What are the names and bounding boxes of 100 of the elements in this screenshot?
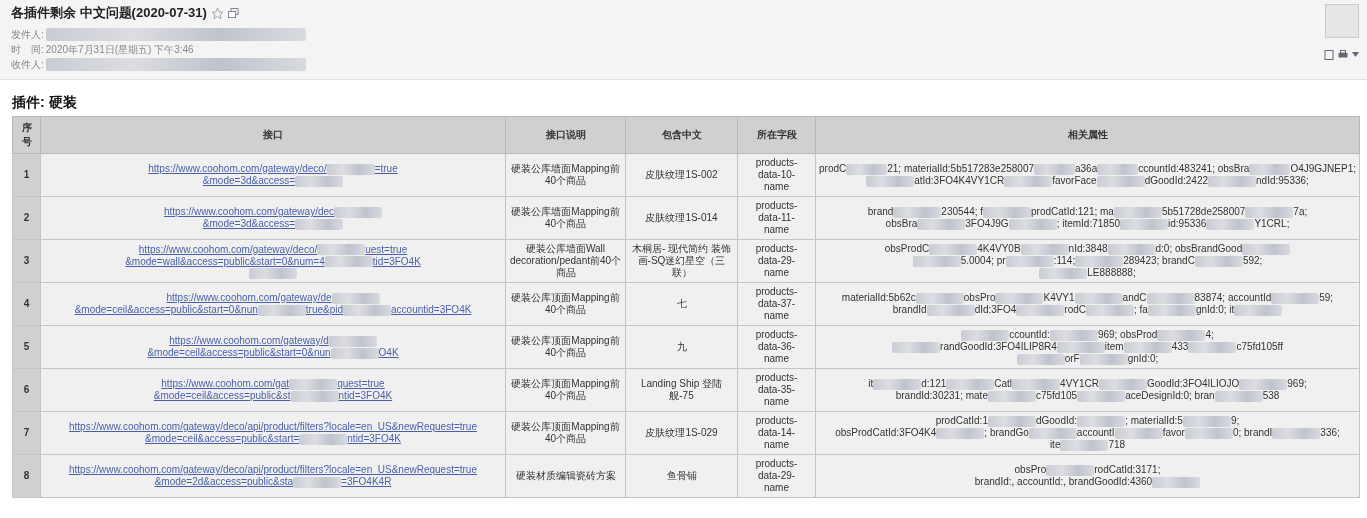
redaction-block	[1123, 341, 1172, 353]
attribute-text: 21; materialId:5b517283e258007	[887, 163, 1035, 175]
redaction-block	[1004, 175, 1053, 187]
redaction-block	[1005, 255, 1054, 267]
attribute-text: c75fd105	[1035, 390, 1078, 402]
redaction-block	[893, 206, 942, 218]
url-link[interactable]: &mode=2d&access=public&sta	[154, 476, 294, 488]
redaction-block	[1206, 218, 1255, 230]
attribute-text: 289423; brandC	[1123, 255, 1195, 267]
table-cell: 硬装公库顶面Mapping前40个商品	[505, 282, 626, 326]
attribute-text: K4VY1	[1043, 292, 1075, 304]
url-link[interactable]: =true	[374, 163, 398, 175]
redaction-block	[1184, 427, 1233, 439]
url-link[interactable]: quest=true	[337, 378, 385, 390]
url-link[interactable]: https://www.coohom.com/gateway/d	[169, 335, 329, 347]
url-link[interactable]: https://www.coohom.com/gateway/dec	[163, 206, 335, 218]
url-link[interactable]: https://www.coohom.com/gateway/deco/api/product/filters?locale=en_US&newRequest=true	[69, 464, 477, 476]
redaction-block	[290, 390, 339, 402]
redaction-block	[1074, 292, 1123, 304]
attribute-text: 969;	[1287, 378, 1307, 390]
row-number: 6	[12, 368, 41, 412]
attribute-text: item	[1104, 341, 1124, 353]
url-link[interactable]: https://www.coohom.com/gateway/deco/api/product/filters?locale=en_US&newRequest=true	[69, 421, 477, 433]
redaction-block	[961, 329, 1010, 341]
table-cell: 硬装公库墙面Mapping前40个商品	[505, 196, 626, 240]
table-cell: products-data-11-name	[737, 196, 816, 240]
column-header: 序号	[12, 116, 41, 154]
url-link[interactable]: O4K	[378, 347, 399, 359]
field-value: 2020年7月31日(星期五) 下午3:46	[45, 42, 194, 57]
attribute-text: it	[868, 378, 874, 390]
caret-icon[interactable]	[1352, 52, 1359, 58]
row-number: 5	[12, 325, 41, 369]
window-icon[interactable]	[227, 7, 239, 19]
redaction-block	[912, 255, 961, 267]
attribute-text: brandId:30231; mate	[895, 390, 988, 402]
redaction-block	[866, 175, 915, 187]
attribute-text: ite	[1049, 439, 1061, 451]
url-link[interactable]: &mode=ceil&access=public&start=	[145, 433, 300, 445]
redaction-block	[1034, 163, 1075, 175]
url-link[interactable]: &mode=wall&access=public&start=0&num=4	[125, 255, 325, 268]
redaction-block	[1060, 439, 1109, 451]
attribute-text: 5.0004; pr	[960, 255, 1006, 267]
url-link[interactable]: ntid=3FO4K	[347, 433, 401, 445]
redaction-block	[846, 163, 888, 175]
url-link[interactable]: &mode=ceil&access=public&st	[153, 390, 291, 402]
attribute-text: obsPro	[1014, 464, 1047, 476]
star-icon[interactable]	[210, 6, 224, 20]
attribute-text: brandId	[892, 304, 927, 316]
url-link[interactable]: https://www.coohom.com/gat	[161, 378, 290, 390]
redaction-block	[1146, 292, 1195, 304]
redaction-block	[1020, 243, 1069, 255]
redaction-block	[1016, 304, 1065, 316]
url-link[interactable]: https://www.coohom.com/gateway/deco/	[148, 163, 327, 175]
attribute-text: a36a	[1075, 163, 1098, 175]
section-title: 插件: 硬装	[12, 94, 78, 112]
url-link[interactable]: &mode=3d&access=	[202, 218, 296, 230]
redaction-block	[1188, 341, 1237, 353]
attribute-text: nId:3848	[1068, 243, 1108, 255]
attribute-text: prodC	[819, 163, 847, 175]
url-link[interactable]: https://www.coohom.com/gateway/deco/	[138, 243, 318, 256]
redaction-block	[1239, 378, 1288, 390]
attribute-text: brand	[867, 206, 894, 218]
redaction-block	[331, 292, 380, 304]
document-icon[interactable]	[1324, 50, 1334, 60]
redaction-block	[1249, 163, 1291, 175]
url-link[interactable]: https://www.coohom.com/gateway/de	[166, 292, 332, 304]
url-link[interactable]: &mode=ceil&access=public&start=0&nun	[74, 304, 258, 316]
url-link[interactable]: ntid=3FO4K	[338, 390, 393, 402]
redaction-block	[892, 341, 941, 353]
attribute-text: 969; obsProd	[1097, 329, 1158, 341]
attribute-text: 4VY1CR	[1060, 378, 1099, 390]
column-header: 所在字段	[737, 116, 816, 154]
redaction-block	[926, 304, 975, 316]
attribute-text: brandId:, accountId:, brandGoodId:4360	[974, 476, 1153, 488]
url-link[interactable]: true&pid	[305, 304, 344, 316]
url-link[interactable]: uest=true	[365, 243, 408, 256]
row-number: 7	[12, 411, 41, 455]
redaction-block	[1113, 206, 1162, 218]
url-link[interactable]: tid=3FO4K	[372, 255, 421, 268]
redaction-block	[1049, 329, 1098, 341]
redaction-block	[946, 378, 995, 390]
url-link[interactable]: accountid=3FO4K	[391, 304, 472, 316]
table-cell: products-data-29-name	[737, 239, 816, 283]
attribute-text: 230544; f	[941, 206, 984, 218]
attribute-text: 433	[1171, 341, 1189, 353]
row-number: 1	[12, 153, 41, 197]
attribute-text: atId:3FO4K4VY1CR	[914, 175, 1005, 187]
attribute-text: accountI	[1076, 427, 1115, 439]
attribute-text: ; itemId:71850	[1056, 218, 1120, 230]
field-label: 时 间:	[11, 42, 44, 57]
print-icon[interactable]	[1338, 50, 1348, 60]
attribute-text: 5b51728de258007	[1161, 206, 1246, 218]
url-link[interactable]: &mode=3d&access=	[202, 175, 296, 187]
redaction-block	[1097, 163, 1139, 175]
url-link[interactable]: =3FO4K4R	[341, 476, 392, 488]
attribute-text: d:0; obsBrandGood	[1155, 243, 1243, 255]
attribute-text: :114;	[1053, 255, 1076, 267]
redaction-block	[1208, 175, 1257, 187]
url-link[interactable]: &mode=ceil&access=public&start=0&nun	[147, 347, 331, 359]
table-cell: 皮肤纹理1S-002	[625, 153, 738, 197]
